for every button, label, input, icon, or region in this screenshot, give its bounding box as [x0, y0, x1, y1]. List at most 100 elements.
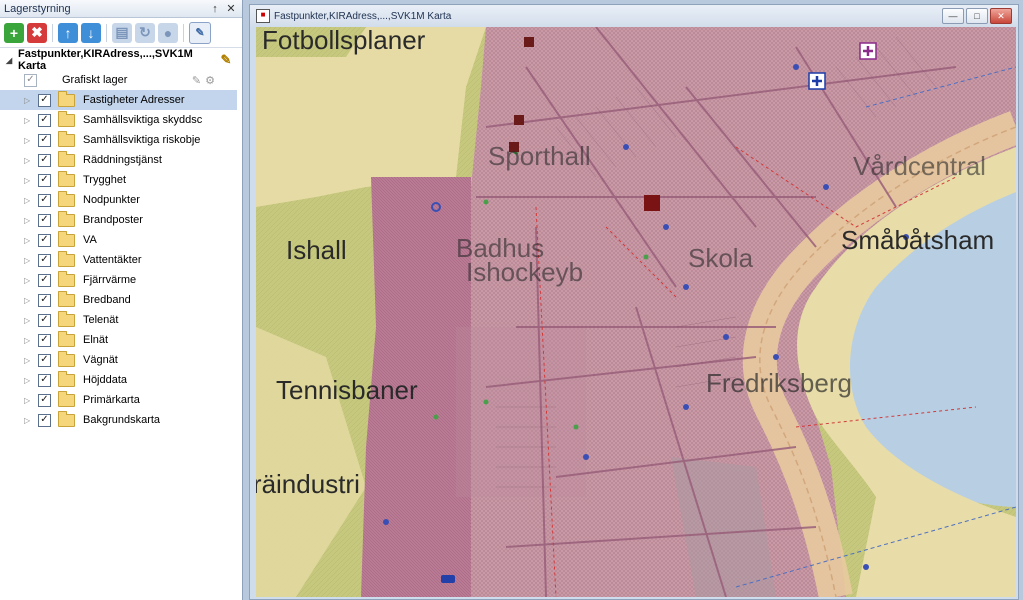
map-label-tennisbaner: Tennisbaner: [276, 375, 418, 405]
layer-label: VA: [83, 234, 97, 246]
expand-icon[interactable]: ▷: [24, 336, 38, 345]
layer-checkbox[interactable]: ✓: [38, 93, 51, 107]
layer-tree-root[interactable]: ◢ Fastpunkter,KIRAdress,...,SVK1M Karta …: [0, 48, 242, 72]
folder-icon: [58, 250, 75, 267]
folder-icon: [58, 330, 75, 347]
layer-label: Grafiskt lager: [62, 74, 128, 86]
layer-label: Telenät: [83, 314, 119, 326]
layer-label: Samhällsviktiga riskobje: [83, 134, 201, 146]
expand-icon[interactable]: ▷: [24, 416, 38, 425]
layer-label: Samhällsviktiga skyddsc: [83, 114, 203, 126]
layer-row[interactable]: ▷ ✓ Höjddata: [0, 370, 237, 390]
expand-icon[interactable]: ▷: [24, 396, 38, 405]
layer-row[interactable]: ▷ ✓ Fastigheter Adresser: [0, 90, 237, 110]
root-label: Fastpunkter,KIRAdress,...,SVK1M Karta: [18, 48, 193, 72]
expand-icon[interactable]: ▷: [24, 356, 38, 365]
maximize-button[interactable]: □: [966, 8, 988, 24]
layer-row[interactable]: ▷ ✓ Bredband: [0, 290, 237, 310]
layer-row[interactable]: ▷ ✓ Nodpunkter: [0, 190, 237, 210]
expand-icon[interactable]: ▷: [24, 116, 38, 125]
folder-icon: [58, 130, 75, 147]
users-icon[interactable]: ●: [158, 22, 178, 43]
edit-icon[interactable]: ✎: [192, 74, 201, 87]
map-document-icon: ■: [256, 9, 270, 23]
map-label-traindustri: Träindustri: [256, 469, 360, 499]
move-down-button[interactable]: ↓: [81, 22, 101, 43]
folder-icon: [58, 230, 75, 247]
expand-icon[interactable]: ▷: [24, 236, 38, 245]
layer-checkbox[interactable]: ✓: [38, 293, 51, 307]
layer-label: Fastigheter Adresser: [83, 94, 185, 106]
layer-label: Primärkarta: [83, 394, 140, 406]
edit-map-icon[interactable]: ✎: [218, 52, 234, 68]
pin-icon[interactable]: ↑: [208, 2, 222, 16]
layer-row[interactable]: ▷ ✓ Elnät: [0, 330, 237, 350]
layer-row[interactable]: ▷ ✓ Samhällsviktiga riskobje: [0, 130, 237, 150]
expand-icon[interactable]: ▷: [24, 216, 38, 225]
expand-icon[interactable]: ▷: [24, 276, 38, 285]
expand-icon[interactable]: ▷: [24, 376, 38, 385]
layer-row[interactable]: ▷ ✓ Telenät: [0, 310, 237, 330]
layer-row[interactable]: ▷ ✓ Trygghet: [0, 170, 237, 190]
layer-checkbox[interactable]: ✓: [38, 413, 51, 427]
folder-icon: [58, 190, 75, 207]
layer-row-grafiskt-lager[interactable]: ✓ Grafiskt lager ✎ ⚙: [0, 70, 237, 90]
expand-icon[interactable]: ▷: [24, 136, 38, 145]
layer-control-panel: Lagerstyrning ↑ ✕ + ✖ ↑ ↓ ▤ ↻ ● ✎ ◢ Fast…: [0, 0, 243, 600]
layer-checkbox[interactable]: ✓: [38, 393, 51, 407]
settings-icon[interactable]: ⚙: [205, 74, 215, 87]
map-window-titlebar: ■ Fastpunkter,KIRAdress,...,SVK1M Karta …: [250, 5, 1018, 27]
refresh-icon[interactable]: ↻: [135, 22, 155, 43]
layer-row[interactable]: ▷ ✓ VA: [0, 230, 237, 250]
layer-checkbox[interactable]: ✓: [38, 333, 51, 347]
add-layer-button[interactable]: +: [4, 22, 24, 43]
map-label-fotbollsplaner: Fotbollsplaner: [262, 27, 426, 55]
layer-checkbox[interactable]: ✓: [38, 353, 51, 367]
close-window-button[interactable]: ✕: [990, 8, 1012, 24]
layer-group-icon[interactable]: ▤: [112, 22, 132, 43]
layer-row[interactable]: ▷ ✓ Primärkarta: [0, 390, 237, 410]
layer-row[interactable]: ▷ ✓ Räddningstjänst: [0, 150, 237, 170]
expand-icon[interactable]: ▷: [24, 296, 38, 305]
map-canvas[interactable]: Fotbollsplaner Sporthall Vårdcentral Ish…: [256, 27, 1016, 597]
layer-checkbox[interactable]: ✓: [38, 153, 51, 167]
layer-row[interactable]: ▷ ✓ Samhällsviktiga skyddsc: [0, 110, 237, 130]
map-parcels-block: [456, 327, 586, 497]
layer-row[interactable]: ▷ ✓ Brandposter: [0, 210, 237, 230]
layer-checkbox[interactable]: ✓: [38, 173, 51, 187]
layer-checkbox[interactable]: ✓: [38, 213, 51, 227]
layer-row[interactable]: ▷ ✓ Vattentäkter: [0, 250, 237, 270]
folder-icon: [58, 310, 75, 327]
layer-checkbox[interactable]: ✓: [38, 133, 51, 147]
folder-icon: [58, 370, 75, 387]
layer-checkbox[interactable]: ✓: [38, 273, 51, 287]
expand-icon[interactable]: ▷: [24, 96, 38, 105]
layer-checkbox[interactable]: ✓: [38, 373, 51, 387]
expand-icon[interactable]: ▷: [24, 176, 38, 185]
collapse-icon[interactable]: ◢: [6, 56, 18, 65]
expand-icon[interactable]: ▷: [24, 156, 38, 165]
layer-checkbox[interactable]: ✓: [38, 193, 51, 207]
move-up-button[interactable]: ↑: [58, 22, 78, 43]
layer-label: Brandposter: [83, 214, 143, 226]
layer-row[interactable]: ▷ ✓ Bakgrundskarta: [0, 410, 237, 430]
folder-icon: [58, 270, 75, 287]
expand-icon[interactable]: ▷: [24, 196, 38, 205]
layer-checkbox[interactable]: ✓: [38, 113, 51, 127]
expand-icon[interactable]: ▷: [24, 256, 38, 265]
remove-layer-button[interactable]: ✖: [27, 22, 47, 43]
layer-toolbar: + ✖ ↑ ↓ ▤ ↻ ● ✎: [0, 18, 242, 48]
layer-properties-button[interactable]: ✎: [189, 21, 211, 44]
folder-icon: [58, 410, 75, 427]
layer-checkbox[interactable]: ✓: [38, 253, 51, 267]
layer-list: ▷ ✓ Fastigheter Adresser ▷ ✓ Samhällsviktiga …: [0, 90, 242, 430]
layer-row[interactable]: ▷ ✓ Vägnät: [0, 350, 237, 370]
layer-row[interactable]: ▷ ✓ Fjärrvärme: [0, 270, 237, 290]
toolbar-separator: [106, 23, 107, 42]
minimize-button[interactable]: —: [942, 8, 964, 24]
map-label-skola: Skola: [688, 243, 754, 273]
close-icon[interactable]: ✕: [224, 2, 238, 16]
layer-checkbox[interactable]: ✓: [38, 313, 51, 327]
expand-icon[interactable]: ▷: [24, 316, 38, 325]
layer-checkbox[interactable]: ✓: [38, 233, 51, 247]
